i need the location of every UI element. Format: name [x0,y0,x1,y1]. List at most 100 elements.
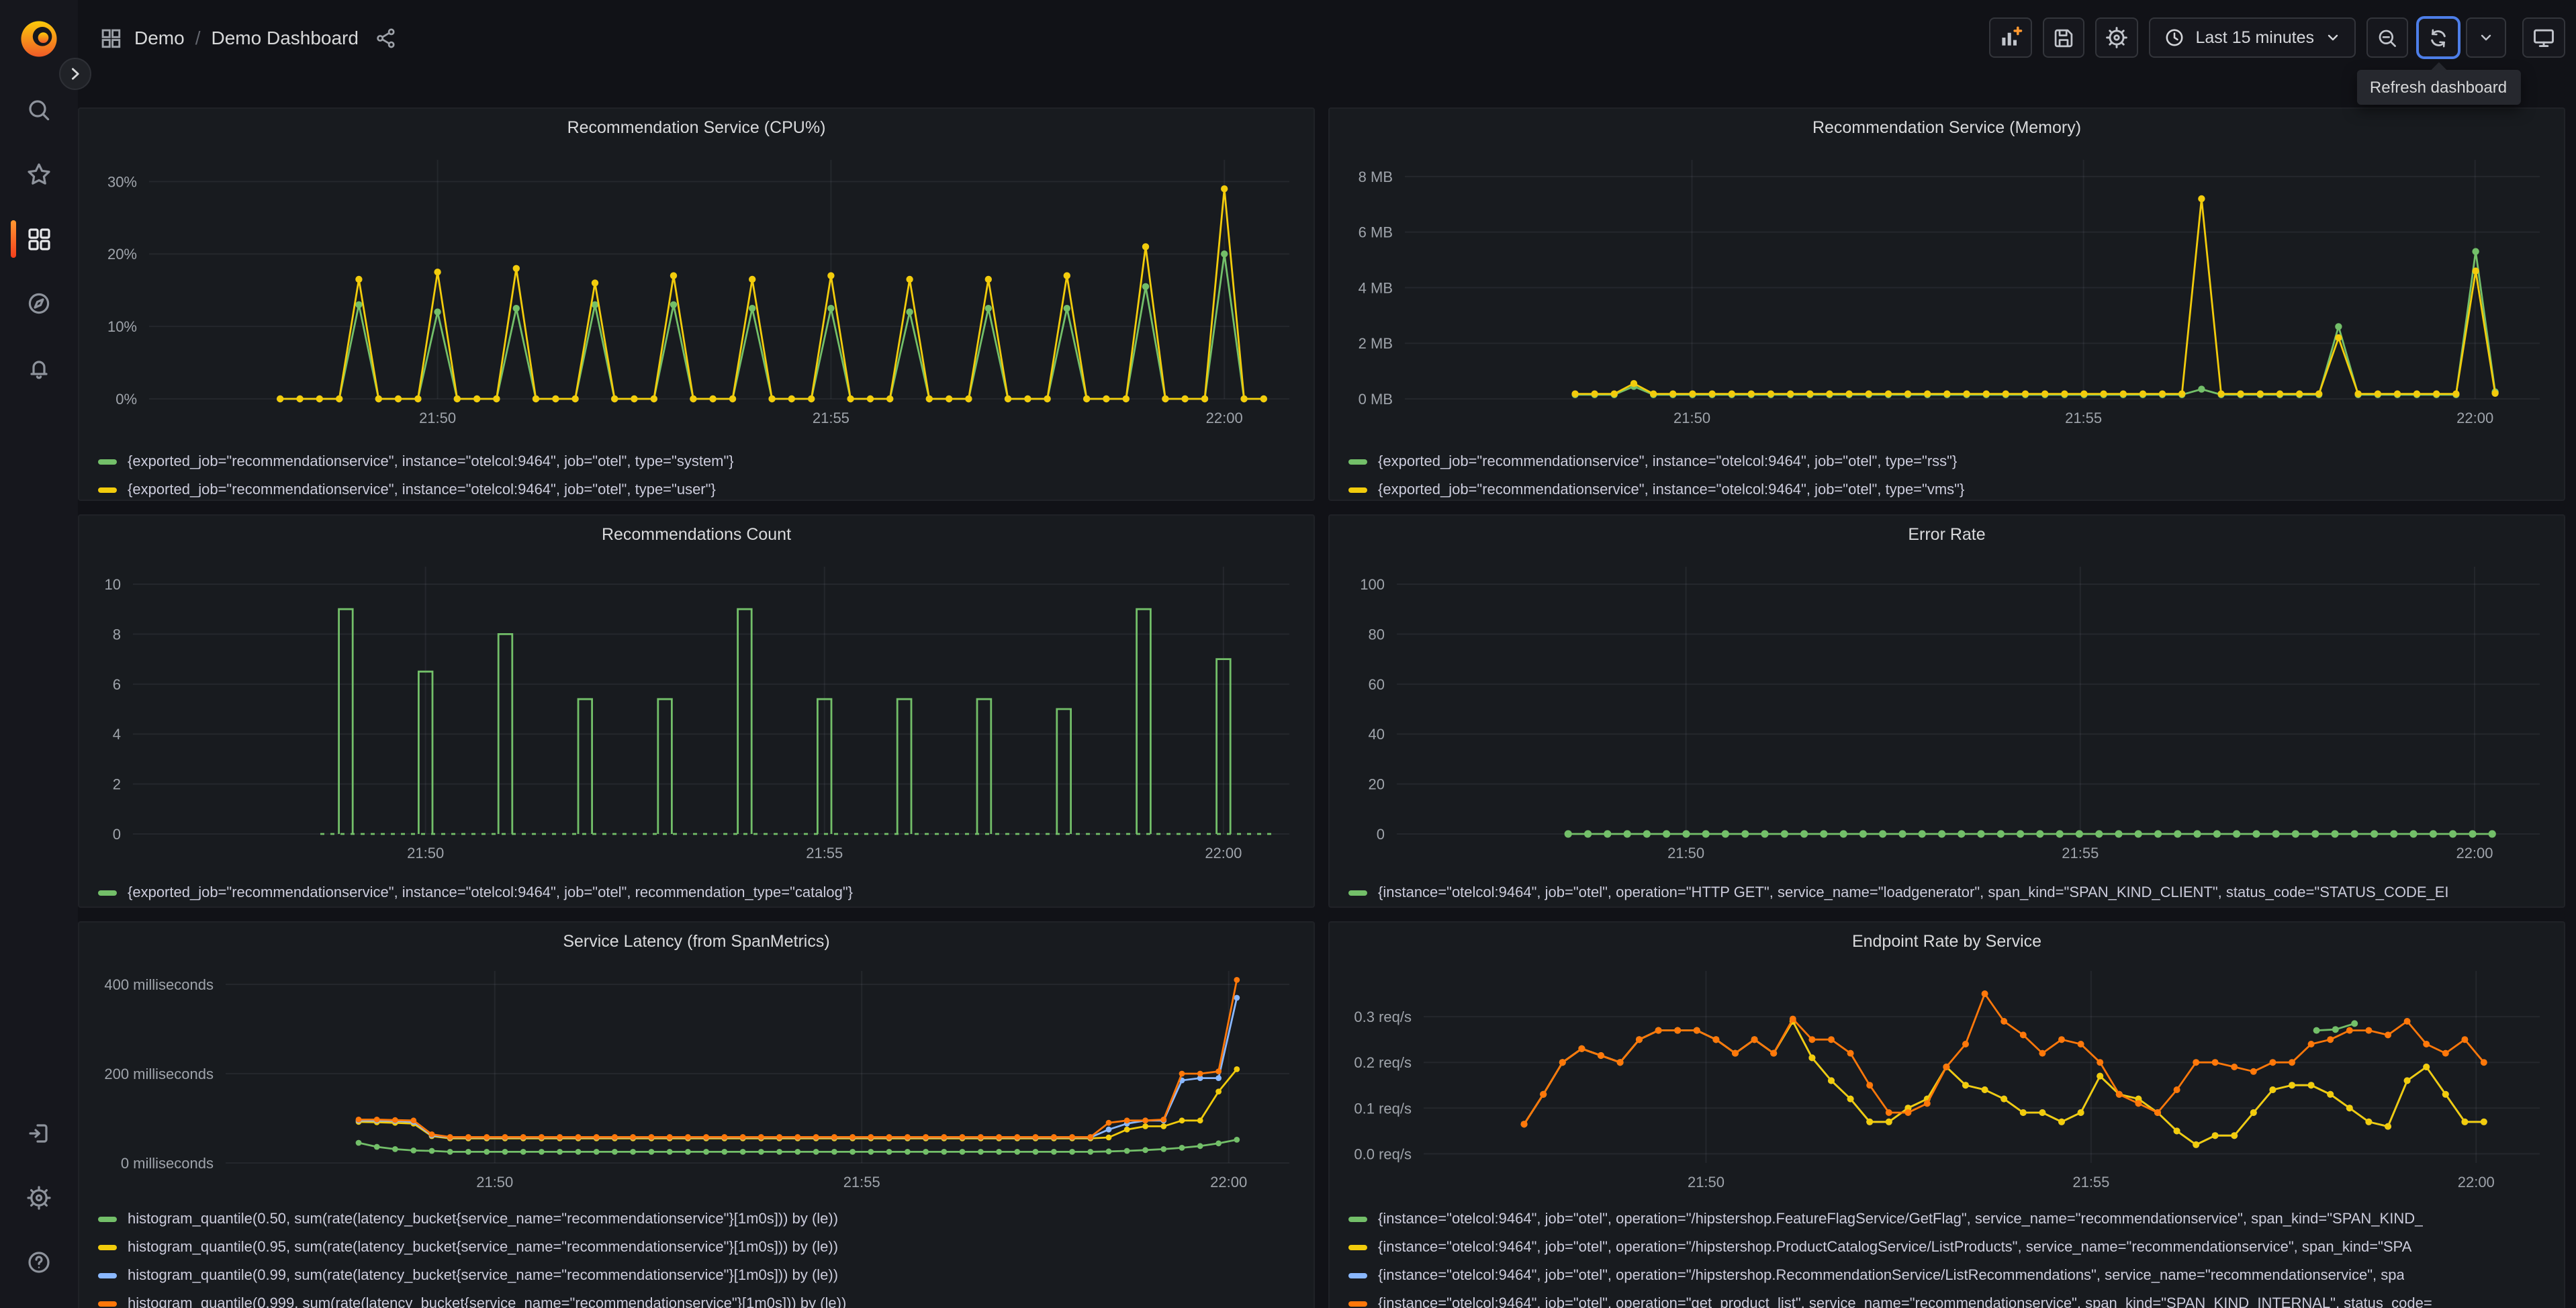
svg-text:80: 80 [1369,626,1385,643]
legend-item[interactable]: {instance="otelcol:9464", job="otel", op… [1348,1205,2550,1233]
legend-item[interactable]: {exported_job="recommendationservice", i… [1348,475,2550,500]
grafana-logo-icon[interactable] [19,19,59,59]
clock-icon [2166,29,2182,46]
legend-item[interactable]: {instance="otelcol:9464", job="otel", op… [1348,1261,2550,1289]
refresh-dashboard-button[interactable]: Refresh dashboard [2356,16,2521,105]
legend: {instance="otelcol:9464", job="otel", op… [1330,877,2564,906]
refresh-interval-dropdown[interactable] [2466,17,2506,58]
series-marker [98,1272,117,1278]
sidebar-item-starred[interactable] [12,148,66,201]
svg-text:22:00: 22:00 [2456,410,2493,426]
sidebar [0,0,78,1308]
legend-item[interactable]: {exported_job="recommendationservice", i… [98,878,1300,906]
legend-label: {exported_job="recommendationservice", i… [128,453,734,469]
svg-text:0.0 req/s: 0.0 req/s [1354,1146,1412,1162]
breadcrumb-page[interactable]: Demo Dashboard [212,27,359,48]
cpu-chart[interactable]: 21:50 21:55 22:00 0% 10% 20% 30% [85,146,1308,446]
legend-item[interactable]: {instance="otelcol:9464", job="otel", op… [1348,1289,2550,1308]
sidebar-item-dashboards[interactable] [11,212,66,266]
memory-chart[interactable]: 21:50 21:55 22:00 0 MB 2 MB 4 MB 6 MB 8 MB [1335,146,2559,446]
panel-title[interactable]: Recommendation Service (Memory) [1330,109,2564,146]
legend-label: histogram_quantile(0.99, sum(rate(latenc… [128,1267,839,1283]
legend-item[interactable]: {exported_job="recommendationservice", i… [98,447,1300,475]
expand-sidebar-button[interactable] [59,58,91,90]
svg-text:8 MB: 8 MB [1359,169,1393,185]
svg-text:0.1 req/s: 0.1 req/s [1354,1100,1412,1117]
series-marker [1348,1216,1367,1221]
legend-label: {instance="otelcol:9464", job="otel", op… [1378,1295,2432,1308]
zoom-out-button[interactable] [2366,17,2408,58]
share-alt-icon [377,28,395,48]
sidebar-item-search[interactable] [12,83,66,137]
legend-item[interactable]: histogram_quantile(0.999, sum(rate(laten… [98,1289,1300,1308]
active-indicator [11,220,16,258]
svg-text:2: 2 [113,776,121,793]
svg-text:400 milliseconds: 400 milliseconds [104,976,214,993]
sidebar-item-sign-in[interactable] [12,1107,66,1160]
legend-label: {exported_job="recommendationservice", i… [128,884,854,900]
sidebar-item-alerting[interactable] [12,341,66,395]
endpoint-rate-chart[interactable]: 21:50 21:55 22:00 0.0 req/s 0.1 req/s 0.2 req… [1335,960,2559,1203]
svg-text:40: 40 [1369,726,1385,743]
sidebar-nav-bottom [12,1101,66,1295]
save-dashboard-button[interactable] [2042,17,2084,58]
series-marker [1348,1301,1367,1306]
legend-label: histogram_quantile(0.999, sum(rate(laten… [128,1295,847,1308]
legend-item[interactable]: {exported_job="recommendationservice", i… [1348,447,2550,475]
legend-item[interactable]: histogram_quantile(0.99, sum(rate(latenc… [98,1261,1300,1289]
sidebar-item-configuration[interactable] [12,1171,66,1225]
legend-item[interactable]: histogram_quantile(0.50, sum(rate(latenc… [98,1205,1300,1233]
svg-text:10%: 10% [107,318,137,335]
error-rate-chart[interactable]: 21:50 21:55 22:00 0 20 40 60 80 100 [1335,553,2559,877]
panel-title[interactable]: Recommendations Count [79,516,1314,553]
svg-text:22:00: 22:00 [1210,1174,1247,1190]
legend-item[interactable]: {exported_job="recommendationservice", i… [98,475,1300,500]
svg-text:22:00: 22:00 [2458,1174,2495,1190]
legend-label: {exported_job="recommendationservice", i… [1378,481,1965,498]
star-icon [28,163,50,185]
search-icon [29,100,50,121]
legend: {instance="otelcol:9464", job="otel", op… [1330,1203,2564,1308]
svg-text:0: 0 [1377,826,1385,843]
legend-label: {instance="otelcol:9464", job="otel", op… [1378,1211,2424,1227]
bell-icon [30,361,48,379]
legend-label: {exported_job="recommendationservice", i… [1378,453,1958,469]
kiosk-mode-button[interactable] [2522,17,2565,58]
latency-chart[interactable]: 21:50 21:55 22:00 0 milliseconds 200 millise… [85,960,1308,1203]
svg-text:21:50: 21:50 [476,1174,513,1190]
topbar: Demo / Demo Dashboard Last 15 minutes Re… [78,0,2576,105]
dashboard-settings-button[interactable] [2095,17,2138,58]
panel-title[interactable]: Endpoint Rate by Service [1330,923,2564,960]
add-panel-button[interactable] [1988,17,2032,58]
svg-text:21:55: 21:55 [806,845,843,861]
legend-item[interactable]: {instance="otelcol:9464", job="otel", op… [1348,878,2550,906]
legend-item[interactable]: histogram_quantile(0.95, sum(rate(latenc… [98,1233,1300,1261]
legend: histogram_quantile(0.50, sum(rate(latenc… [79,1203,1314,1308]
svg-text:20%: 20% [107,246,137,263]
sidebar-item-explore[interactable] [12,277,66,330]
svg-text:100: 100 [1360,576,1385,593]
svg-text:0 milliseconds: 0 milliseconds [121,1155,214,1172]
time-range-picker[interactable]: Last 15 minutes [2148,17,2356,58]
count-chart[interactable]: 21:50 21:55 22:00 0 2 4 6 8 10 [85,553,1308,877]
panel-title[interactable]: Recommendation Service (CPU%) [79,109,1314,146]
svg-text:22:00: 22:00 [1205,845,1242,861]
sidebar-item-help[interactable] [12,1235,66,1289]
svg-text:21:50: 21:50 [1688,1174,1724,1190]
svg-text:21:50: 21:50 [419,410,456,426]
gear-icon [2105,27,2127,48]
panel-title[interactable]: Service Latency (from SpanMetrics) [79,923,1314,960]
chevron-down-icon [2328,34,2338,41]
breadcrumb-separator: / [195,27,201,48]
panel-recommendations-count: Recommendations Count 21:50 21:55 22:00 0 2 4… [78,514,1315,908]
legend-label: histogram_quantile(0.95, sum(rate(latenc… [128,1239,839,1255]
breadcrumb-section[interactable]: Demo [134,27,185,48]
legend-label: {instance="otelcol:9464", job="otel", op… [1378,1239,2412,1255]
share-button[interactable] [375,26,398,49]
svg-text:22:00: 22:00 [2456,845,2493,861]
svg-text:21:55: 21:55 [2065,410,2102,426]
panel-title[interactable]: Error Rate [1330,516,2564,553]
series-marker [98,1244,117,1250]
svg-text:0.3 req/s: 0.3 req/s [1354,1009,1412,1025]
legend-item[interactable]: {instance="otelcol:9464", job="otel", op… [1348,1233,2550,1261]
